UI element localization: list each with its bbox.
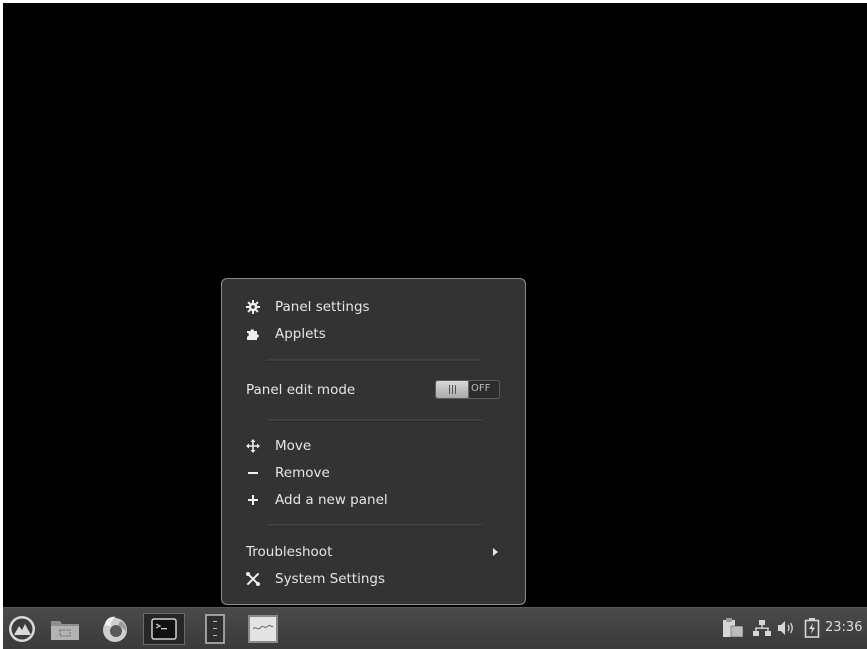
menu-item-label: Panel settings bbox=[275, 299, 370, 315]
panel-context-menu: Panel settings Applets Panel edit mode O… bbox=[221, 278, 526, 605]
menu-item-label: Panel edit mode bbox=[246, 382, 356, 398]
tools-icon bbox=[244, 570, 262, 588]
move-icon bbox=[244, 437, 262, 455]
menu-separator bbox=[267, 359, 482, 362]
menu-item-label: System Settings bbox=[275, 571, 386, 587]
menu-item-label: Troubleshoot bbox=[246, 544, 333, 560]
battery-icon[interactable] bbox=[801, 618, 823, 638]
menu-item-label: Remove bbox=[275, 465, 330, 481]
toggle-state-label: OFF bbox=[471, 383, 491, 394]
terminal-icon[interactable] bbox=[143, 613, 185, 645]
network-icon[interactable] bbox=[751, 618, 773, 638]
clock[interactable]: 23:36 bbox=[825, 620, 862, 635]
menu-item-label: Add a new panel bbox=[275, 492, 388, 508]
files-icon[interactable] bbox=[47, 613, 83, 645]
toggle-knob bbox=[436, 381, 469, 398]
menu-item-label: Move bbox=[275, 438, 312, 454]
menu-item-add-panel[interactable]: Add a new panel bbox=[222, 488, 525, 512]
gear-icon bbox=[244, 298, 262, 316]
volume-icon[interactable] bbox=[775, 618, 797, 638]
plus-icon bbox=[244, 491, 262, 509]
text-editor-icon[interactable] bbox=[197, 613, 233, 645]
menu-item-troubleshoot[interactable]: Troubleshoot bbox=[222, 540, 525, 564]
panel-edit-mode-toggle[interactable]: OFF bbox=[435, 380, 500, 399]
menu-item-panel-settings[interactable]: Panel settings bbox=[222, 295, 525, 319]
firefox-icon[interactable] bbox=[97, 613, 133, 645]
minus-icon bbox=[244, 464, 262, 482]
clipboard-icon[interactable] bbox=[721, 618, 745, 638]
menu-separator bbox=[267, 419, 482, 422]
submenu-arrow-icon bbox=[493, 548, 498, 556]
menu-item-move[interactable]: Move bbox=[222, 434, 525, 458]
notes-icon[interactable] bbox=[243, 613, 283, 645]
menu-item-remove[interactable]: Remove bbox=[222, 461, 525, 485]
menu-item-applets[interactable]: Applets bbox=[222, 322, 525, 346]
menu-icon[interactable] bbox=[6, 613, 38, 645]
menu-item-system-settings[interactable]: System Settings bbox=[222, 567, 525, 591]
taskbar: 23:36 bbox=[3, 607, 867, 649]
menu-item-label: Applets bbox=[275, 326, 326, 342]
menu-separator bbox=[267, 524, 482, 527]
puzzle-icon bbox=[244, 325, 262, 343]
